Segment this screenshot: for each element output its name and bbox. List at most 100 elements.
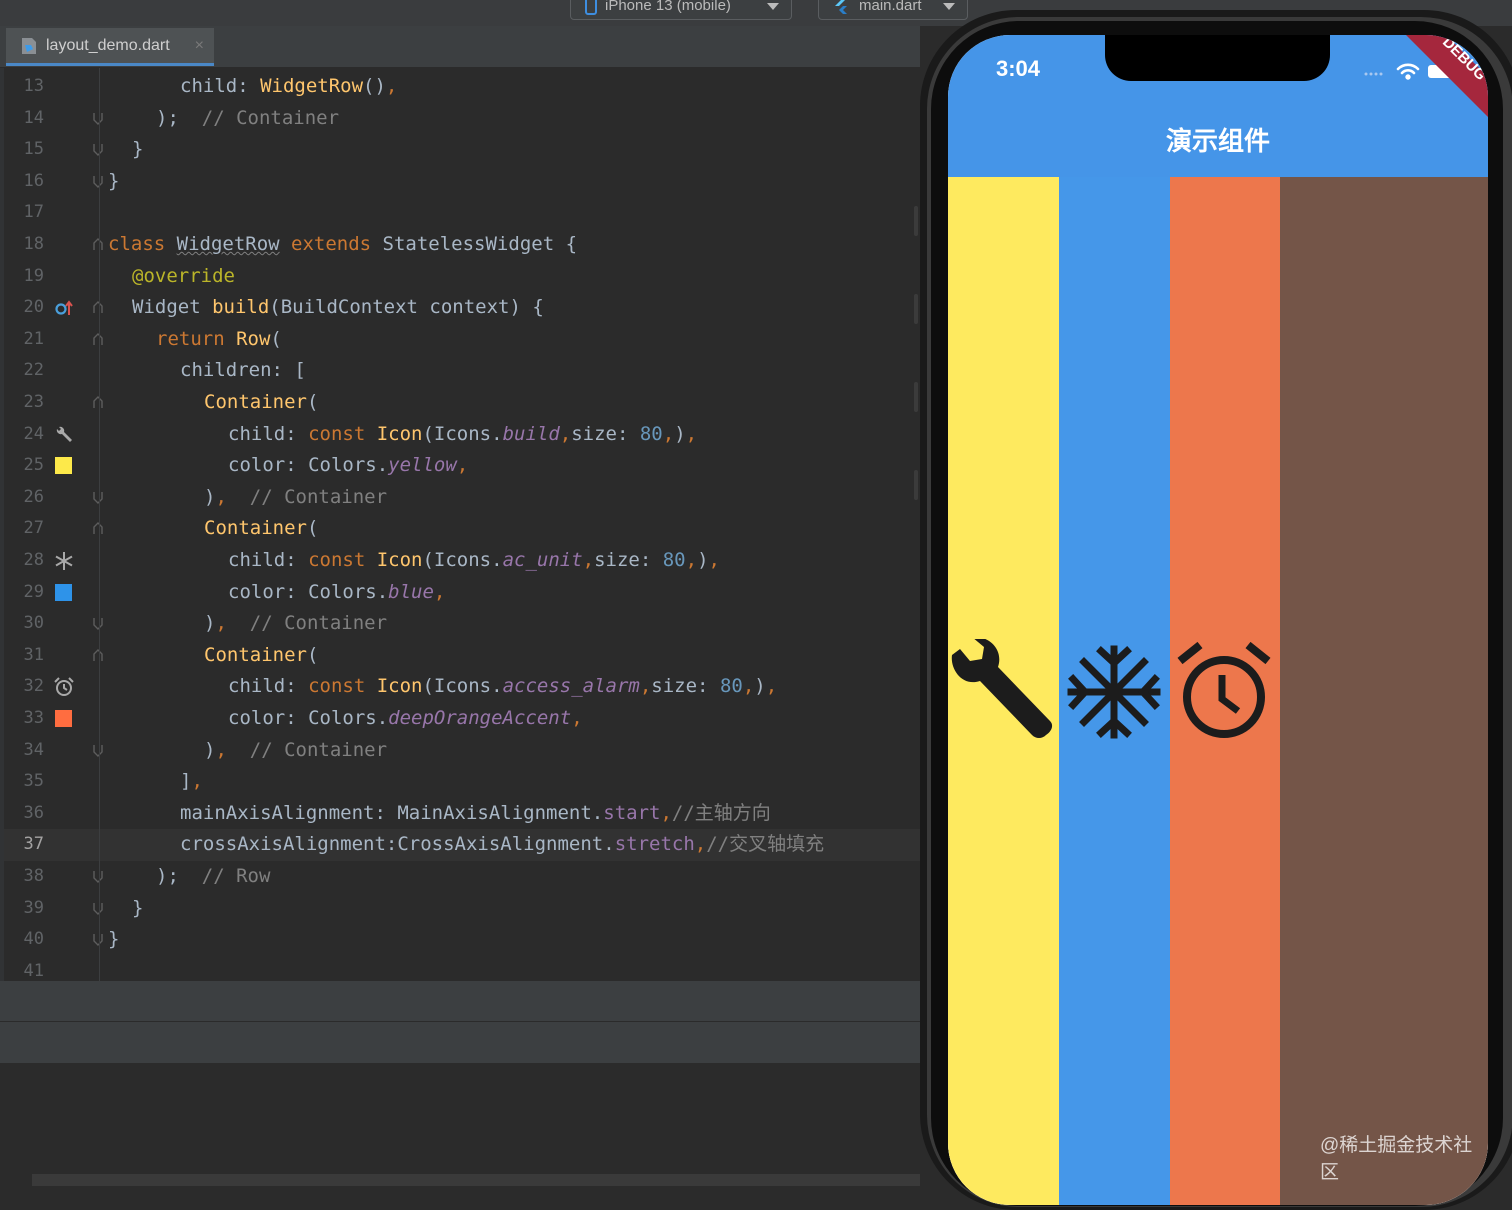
code-line: 21 return Row( — [0, 324, 920, 356]
brown-area — [1280, 177, 1488, 1205]
code-text: child: WidgetRow(), — [180, 75, 398, 97]
code-text: return Row( — [156, 327, 282, 350]
code-line: 14 ); // Container — [0, 103, 920, 135]
blue-swatch-icon[interactable] — [55, 583, 72, 601]
code-line: 38 ); // Row — [0, 861, 920, 893]
code-text: crossAxisAlignment:CrossAxisAlignment.st… — [180, 833, 825, 856]
code-line: 29 color: Colors.blue, — [0, 577, 920, 609]
line-number: 13 — [23, 76, 44, 96]
line-number: 20 — [23, 297, 44, 318]
line-number: 35 — [23, 771, 44, 792]
chevron-down-icon — [943, 3, 955, 10]
code-line: 22 children: [ — [0, 355, 920, 387]
flutter-icon — [835, 0, 847, 15]
code-line: 41 — [0, 956, 920, 981]
line-number: 31 — [23, 644, 44, 665]
code-text: ); // Container — [156, 106, 340, 129]
code-line: 19 @override — [0, 261, 920, 293]
code-line: 15 } — [0, 134, 920, 166]
snowflake-icon — [55, 552, 73, 570]
line-number: 32 — [23, 676, 44, 697]
debug-banner: DEBUG — [1406, 35, 1488, 117]
phone-notch — [1105, 35, 1330, 81]
device-label: iPhone 13 (mobile) — [605, 0, 731, 14]
fold-end-icon — [93, 112, 103, 125]
line-number: 37 — [23, 834, 44, 855]
override-marker-icon[interactable] — [54, 298, 74, 318]
line-number: 29 — [23, 581, 44, 602]
code-text: children: [ — [180, 359, 306, 382]
gutter-divider — [99, 68, 100, 981]
code-line: 17 — [0, 197, 920, 229]
line-number: 38 — [23, 866, 44, 886]
bottom-panel-header — [0, 981, 920, 1022]
code-line: 13 child: WidgetRow(), — [0, 71, 920, 103]
code-text: class WidgetRow extends StatelessWidget … — [108, 233, 578, 255]
code-line: 34 ), // Container — [0, 735, 920, 767]
code-line: 31 Container( — [0, 640, 920, 672]
code-text: Container( — [204, 517, 319, 540]
code-text: ); // Row — [156, 865, 271, 887]
fold-start-icon[interactable] — [93, 301, 103, 314]
code-text: @override — [132, 264, 235, 287]
line-number: 36 — [23, 802, 44, 823]
orange-swatch-icon[interactable] — [55, 710, 72, 727]
build-icon — [951, 639, 1053, 738]
fold-start-icon[interactable] — [93, 238, 103, 251]
line-number: 26 — [23, 486, 44, 507]
code-text: } — [132, 138, 144, 161]
fold-end-icon — [93, 744, 103, 757]
line-number: 22 — [23, 360, 44, 381]
code-text: mainAxisAlignment: MainAxisAlignment.sta… — [180, 801, 771, 824]
line-number: 25 — [23, 455, 44, 476]
orange-container — [1170, 177, 1280, 1205]
code-text: color: Colors.deepOrangeAccent, — [228, 707, 583, 729]
fold-start-icon[interactable] — [93, 648, 103, 662]
code-line: 30 ), // Container — [0, 608, 920, 640]
yellow-container — [948, 177, 1059, 1205]
code-line: 16 } — [0, 166, 920, 198]
line-number: 40 — [23, 929, 44, 950]
code-line: 25 color: Colors.yellow, — [0, 450, 920, 482]
fold-end-icon — [93, 871, 103, 883]
code-text: child: const Icon(Icons.build,size: 80,)… — [228, 422, 698, 445]
fold-end-icon — [93, 175, 103, 188]
line-number: 30 — [23, 613, 44, 634]
fold-start-icon[interactable] — [93, 332, 103, 346]
yellow-swatch-icon[interactable] — [55, 457, 72, 475]
code-text: child: const Icon(Icons.ac_unit,size: 80… — [228, 549, 720, 571]
tab-layout-demo[interactable]: layout_demo.dart × — [6, 28, 214, 66]
code-line: 40 } — [0, 924, 920, 956]
config-label: main.dart — [859, 0, 922, 14]
code-text: Container( — [204, 643, 319, 666]
phone-screen[interactable]: 3:04 演示组件 DEBUG @稀土掘金技术社区 — [948, 35, 1488, 1205]
code-text: ], — [180, 770, 203, 793]
wrench-icon — [56, 426, 72, 442]
access-alarm-icon — [1177, 641, 1271, 738]
editor-scroll-markers[interactable] — [912, 200, 920, 520]
code-line: 32 child: const Icon(Icons.access_alarm,… — [0, 671, 920, 703]
code-line: 28 child: const Icon(Icons.ac_unit,size:… — [0, 545, 920, 577]
code-line: 26 ), // Container — [0, 482, 920, 514]
horizontal-scrollbar[interactable] — [32, 1174, 920, 1186]
fold-start-icon[interactable] — [93, 396, 103, 409]
code-line: 23 Container( — [0, 387, 920, 419]
code-line-current: 37 crossAxisAlignment:CrossAxisAlignment… — [0, 829, 920, 861]
fold-end-icon — [93, 144, 103, 157]
code-line: 36 mainAxisAlignment: MainAxisAlignment.… — [0, 798, 920, 830]
fold-start-icon[interactable] — [93, 522, 103, 535]
close-icon[interactable]: × — [195, 28, 204, 64]
chevron-down-icon — [767, 3, 779, 10]
code-line: 20 Widget build(BuildContext context) { — [0, 292, 920, 324]
code-line: 39 } — [0, 893, 920, 925]
phone-icon — [585, 0, 597, 16]
watermark: @稀土掘金技术社区 — [1320, 1135, 1473, 1183]
line-number: 23 — [23, 392, 44, 412]
ac-unit-icon — [1067, 645, 1161, 739]
line-number: 34 — [23, 739, 44, 760]
line-number: 19 — [23, 265, 44, 286]
device-selector[interactable]: iPhone 13 (mobile) — [570, 0, 792, 20]
code-editor[interactable]: 13 child: WidgetRow(), 14 ); // Containe… — [0, 68, 920, 981]
code-text: color: Colors.blue, — [228, 580, 446, 603]
run-config-selector[interactable]: main.dart — [818, 0, 968, 20]
